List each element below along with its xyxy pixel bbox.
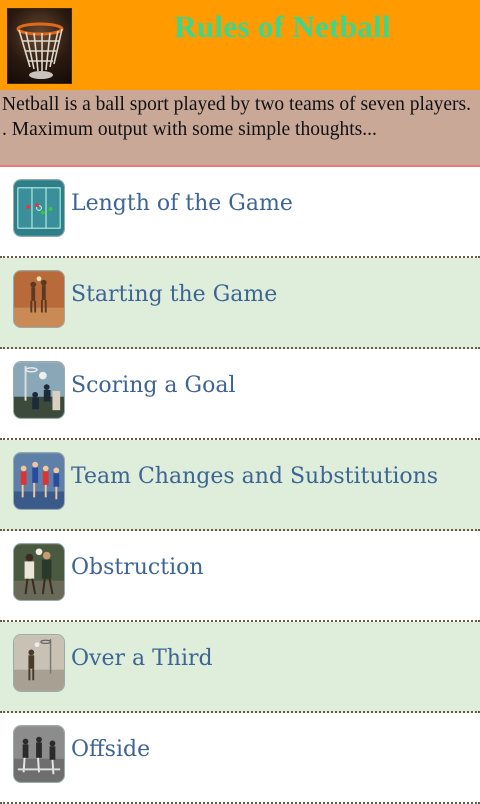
players-photo-icon [13, 270, 65, 328]
list-item-label: Over a Third [71, 646, 213, 671]
list-item-scoring-a-goal[interactable]: Scoring a Goal [0, 349, 480, 440]
basketball-hoop-icon [7, 8, 72, 84]
app-title: Rules of Netball [174, 9, 391, 44]
app-header: Rules of Netball [0, 0, 480, 90]
goal-shot-photo-icon [13, 361, 65, 419]
intro-description: Netball is a ball sport played by two te… [0, 90, 480, 167]
obstruction-photo-icon [13, 543, 65, 601]
list-item-team-changes-and-substitutions[interactable]: Team Changes and Substitutions [0, 440, 480, 531]
topics-list: Length of the Game Starting the Game Sco… [0, 167, 480, 804]
list-item-label: Scoring a Goal [71, 373, 236, 398]
list-item-length-of-the-game[interactable]: Length of the Game [0, 167, 480, 258]
offside-photo-icon [13, 725, 65, 783]
list-item-label: Obstruction [71, 555, 204, 580]
team-photo-icon [13, 452, 65, 510]
list-item-label: Offside [71, 737, 151, 762]
list-item-obstruction[interactable]: Obstruction [0, 531, 480, 622]
list-item-over-a-third[interactable]: Over a Third [0, 622, 480, 713]
list-item-label: Starting the Game [71, 282, 278, 307]
list-item-label: Length of the Game [71, 191, 293, 216]
list-item-label: Team Changes and Substitutions [71, 464, 439, 489]
list-item-offside[interactable]: Offside [0, 713, 480, 804]
list-item-starting-the-game[interactable]: Starting the Game [0, 258, 480, 349]
over-third-photo-icon [13, 634, 65, 692]
court-diagram-icon [13, 179, 65, 237]
